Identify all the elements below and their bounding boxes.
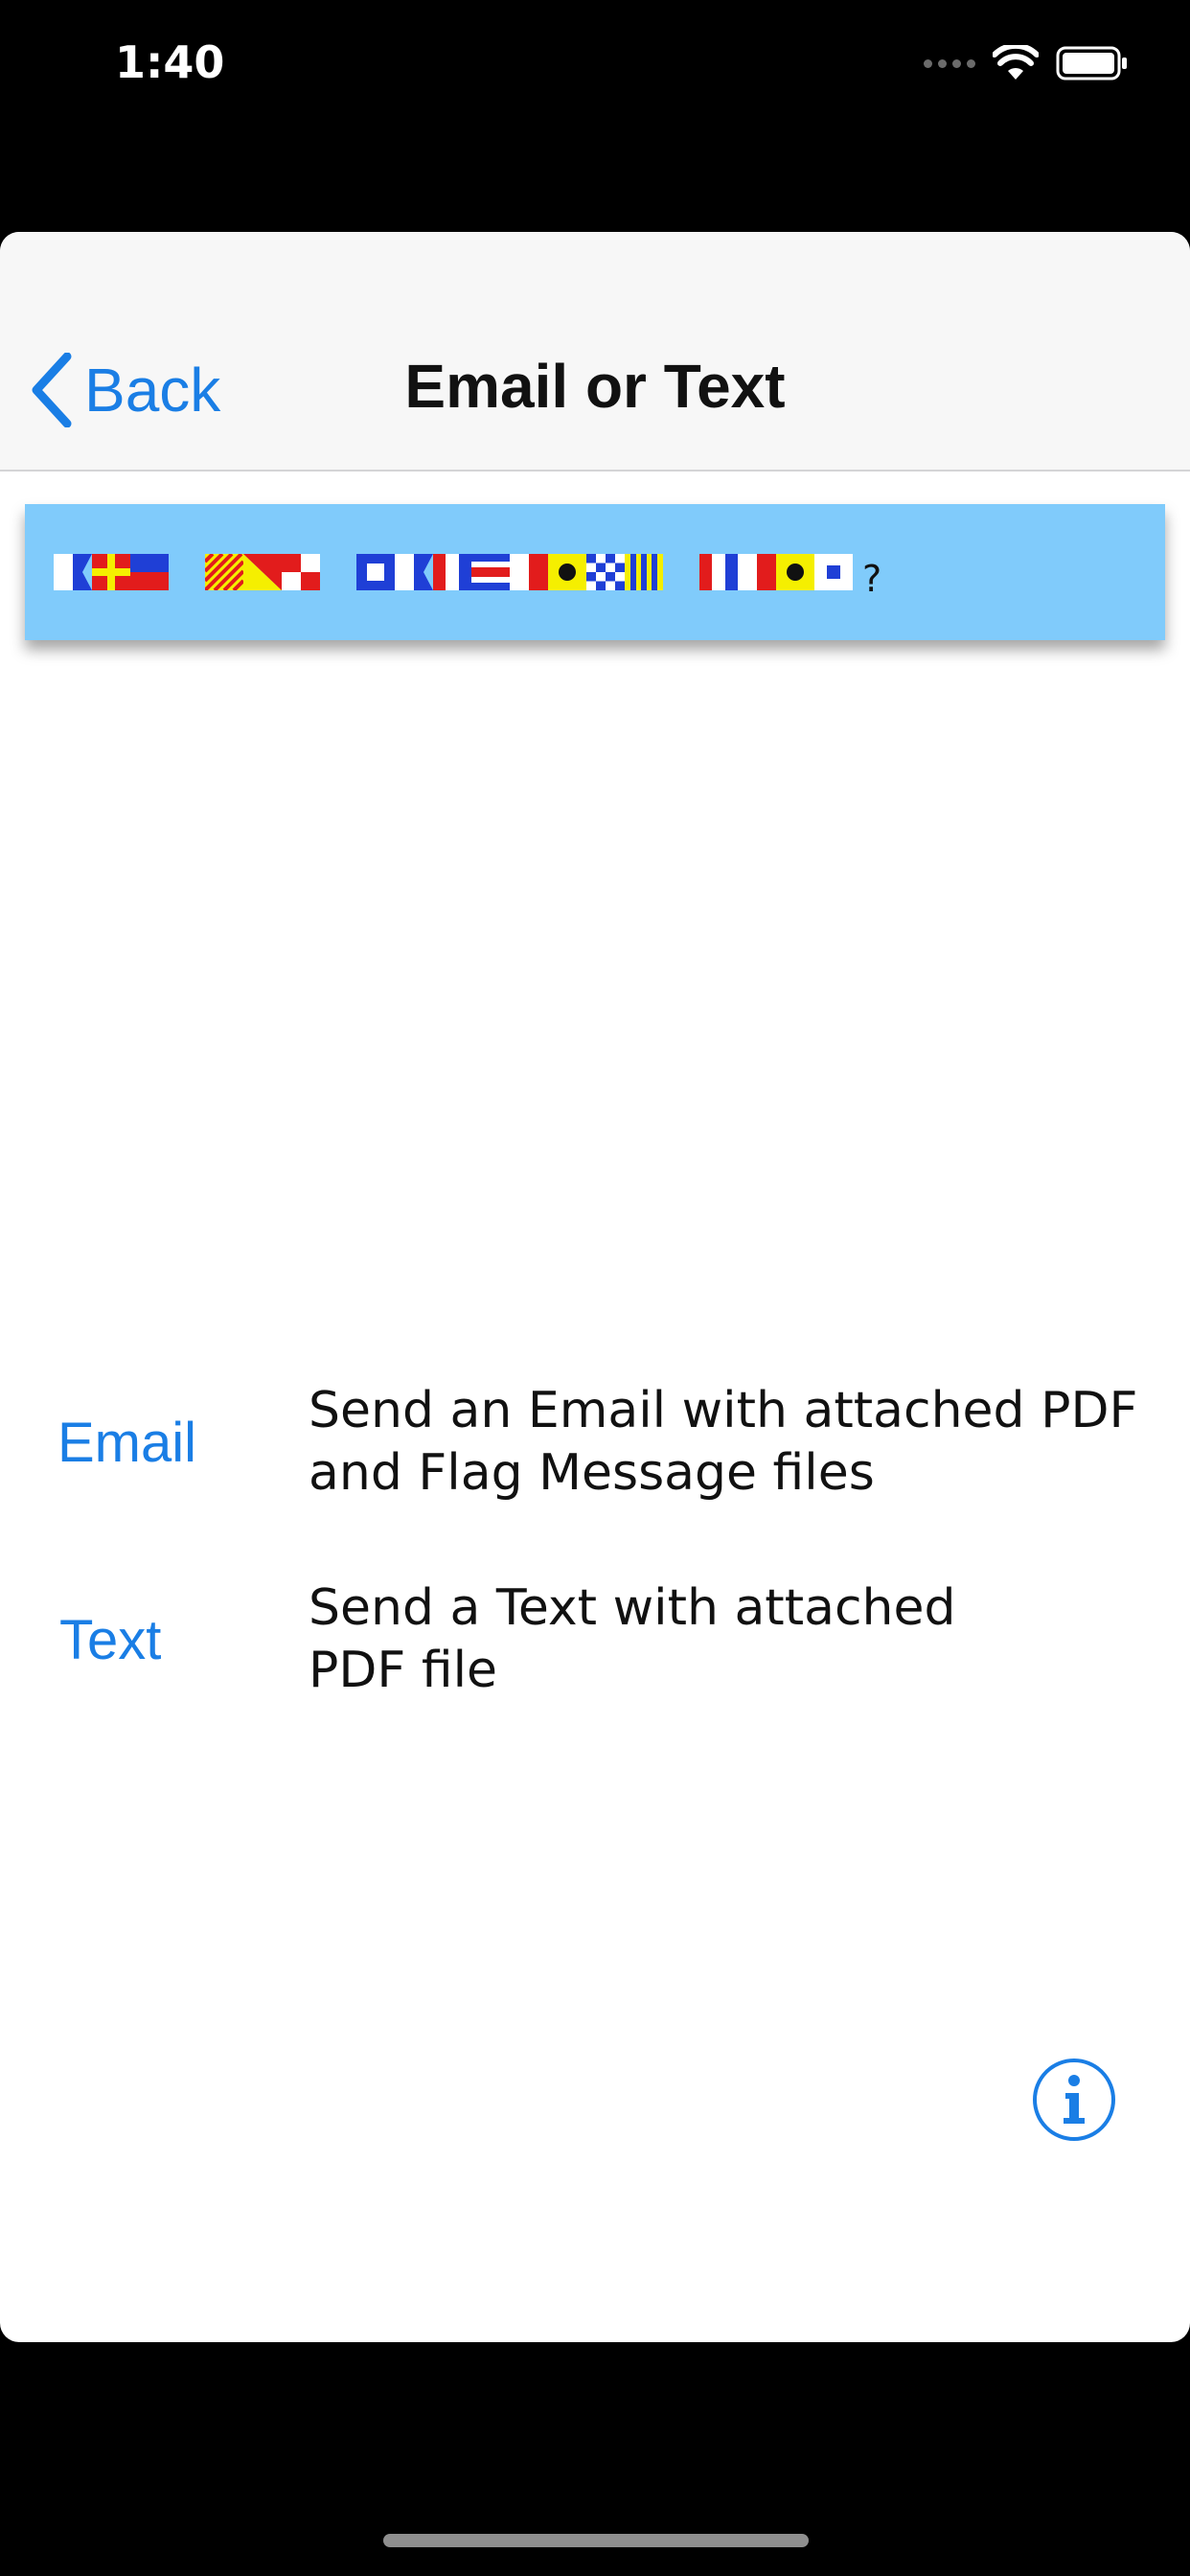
flag-message-banner: ? <box>25 504 1165 640</box>
flag-t-icon <box>433 554 471 590</box>
flag-r-icon <box>92 554 130 590</box>
email-description: Send an Email with attached PDF and Flag… <box>309 1380 1152 1505</box>
email-description-line2: and Flag Message files <box>309 1444 875 1502</box>
flag-h-icon <box>510 554 548 590</box>
flag-a-icon <box>395 554 433 590</box>
status-icons <box>924 42 1129 84</box>
phone-screen: 1:40 Back Email or Text ? Email Send an … <box>0 0 1190 2576</box>
flag-c-icon <box>471 554 510 590</box>
flag-e-icon <box>130 554 169 590</box>
page-title: Email or Text <box>404 352 786 421</box>
status-time: 1:40 <box>115 36 225 88</box>
modal-sheet: Back Email or Text ? Email Send an Email… <box>0 232 1190 2342</box>
home-indicator[interactable] <box>383 2534 809 2547</box>
flag-u-icon <box>282 554 320 590</box>
flag-s-icon <box>814 554 853 590</box>
flag-p-icon <box>356 554 395 590</box>
text-description-line1: Send a Text with attached <box>309 1579 956 1637</box>
flag-n-icon <box>586 554 625 590</box>
flag-i-icon <box>548 554 586 590</box>
cellular-signal-icon <box>924 58 975 68</box>
text-button[interactable]: Text <box>59 1608 161 1672</box>
flag-i-icon <box>776 554 814 590</box>
wifi-icon <box>993 45 1039 80</box>
text-description-line2: PDF file <box>309 1642 498 1699</box>
flag-a-icon <box>54 554 92 590</box>
banner-trailing-text: ? <box>862 558 882 600</box>
flag-sequence: ? <box>54 544 881 600</box>
email-description-line1: Send an Email with attached PDF <box>309 1382 1138 1439</box>
flag-h-icon <box>738 554 776 590</box>
battery-icon <box>1056 46 1127 80</box>
text-description: Send a Text with attached PDF file <box>309 1577 1152 1702</box>
navigation-bar: Back Email or Text <box>0 232 1190 472</box>
info-circle-icon[interactable] <box>1031 2057 1117 2143</box>
email-button[interactable]: Email <box>57 1411 196 1475</box>
flag-y-icon <box>205 554 243 590</box>
flag-g-icon <box>625 554 663 590</box>
flag-o-icon <box>243 554 282 590</box>
flag-t-icon <box>699 554 738 590</box>
